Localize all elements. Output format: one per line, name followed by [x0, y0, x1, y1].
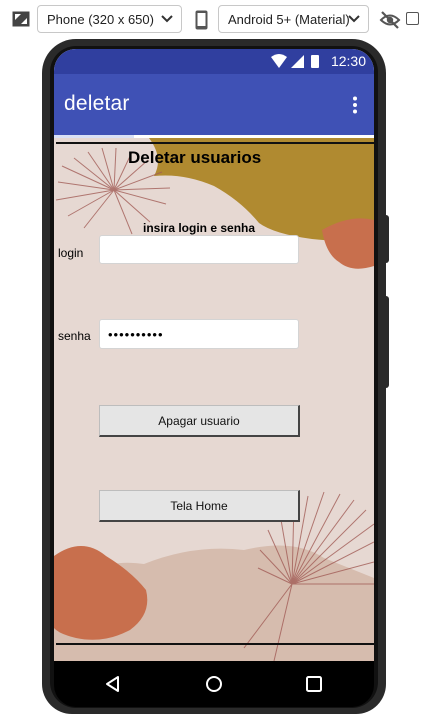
resize-icon[interactable] [12, 11, 30, 27]
phone-device-icon[interactable] [195, 10, 208, 30]
login-label: login [58, 246, 84, 260]
device-select[interactable]: Phone (320 x 650) [37, 5, 182, 33]
home-icon[interactable] [204, 674, 224, 694]
senha-label: senha [58, 329, 91, 343]
system-nav-bar [54, 661, 374, 707]
content-bottom-border [56, 643, 374, 645]
device-select-value: Phone (320 x 650) [47, 11, 154, 27]
status-icons [271, 54, 319, 68]
more-vert-icon[interactable] [352, 96, 358, 114]
back-icon[interactable] [103, 674, 123, 694]
instruction-text: insira login e senha [143, 221, 256, 235]
phone-screen: 12:30 deletar Deletar usuarios insira lo… [54, 49, 374, 661]
content-top-border [56, 142, 374, 144]
recent-apps-icon[interactable] [304, 674, 324, 694]
wifi-icon [271, 54, 287, 68]
signal-icon [291, 55, 304, 68]
preview-toolbar: Phone (320 x 650) Android 5+ (Material) [0, 0, 443, 38]
page-heading: Deletar usuarios [128, 148, 262, 167]
battery-icon [311, 55, 319, 68]
status-time: 12:30 [330, 53, 366, 69]
platform-select[interactable]: Android 5+ (Material) [218, 5, 369, 33]
chevron-down-icon [348, 15, 360, 23]
eye-off-icon[interactable] [379, 10, 401, 30]
power-button [383, 296, 389, 388]
chevron-down-icon [161, 15, 173, 23]
apagar-usuario-button[interactable]: Apagar usuario [99, 405, 300, 437]
status-bar: 12:30 [54, 49, 374, 74]
background-illustration [54, 138, 374, 661]
app-title: deletar [64, 92, 130, 115]
tela-home-button[interactable]: Tela Home [99, 490, 300, 522]
volume-button [383, 215, 389, 263]
app-bar: deletar [54, 74, 374, 135]
toggle-checkbox[interactable] [406, 12, 419, 25]
platform-select-value: Android 5+ (Material) [228, 11, 350, 27]
login-input[interactable] [99, 235, 299, 264]
senha-input[interactable] [99, 319, 299, 349]
